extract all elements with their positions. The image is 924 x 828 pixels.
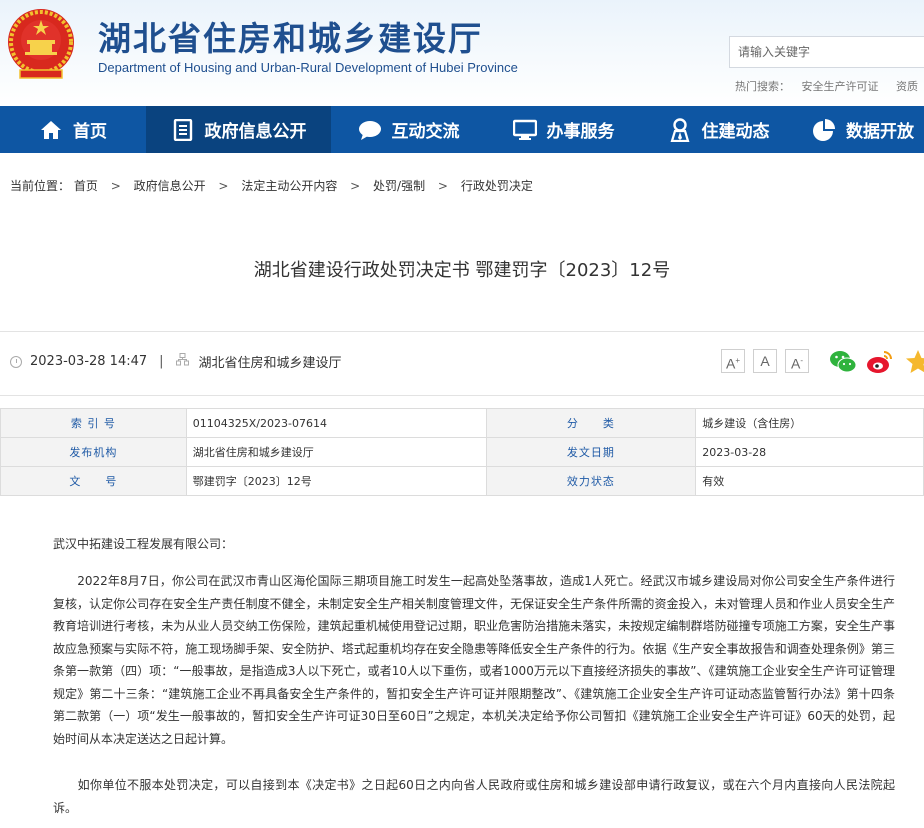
breadcrumb-item[interactable]: 行政处罚决定 <box>461 179 533 193</box>
table-value: 鄂建罚字〔2023〕12号 <box>185 466 487 496</box>
hot-search-label: 热门搜索： <box>735 80 790 93</box>
breadcrumb-separator: > <box>218 179 229 193</box>
person-icon <box>668 117 692 142</box>
nav-label: 政府信息公开 <box>204 122 307 142</box>
nav-label: 首页 <box>73 122 107 142</box>
breadcrumb-item[interactable]: 处罚/强制 <box>373 179 425 193</box>
clock-icon <box>10 355 22 368</box>
nav-label: 办事服务 <box>546 122 615 142</box>
hot-search-item[interactable]: 资质 <box>896 80 918 93</box>
table-row: 文 号 鄂建罚字〔2023〕12号 效力状态 有效 <box>0 466 924 496</box>
nav-item-open-data[interactable]: 数据开放 <box>796 106 924 153</box>
body-paragraph: 2022年8月7日，你公司在武汉市青山区海伦国际三期项目施工时发生一起高处坠落事… <box>53 574 895 746</box>
table-label: 分 类 <box>485 408 697 438</box>
breadcrumb-separator: > <box>110 179 121 193</box>
wechat-icon[interactable] <box>829 349 857 375</box>
organization-icon <box>175 353 189 370</box>
info-table: 索 引 号 01104325X/2023-07614 分 类 城乡建设（含住房）… <box>0 408 924 496</box>
breadcrumb-separator: > <box>437 179 448 193</box>
table-value: 城乡建设（含住房） <box>695 408 924 438</box>
nav-item-services[interactable]: 办事服务 <box>486 106 641 153</box>
nav-item-gov-info[interactable]: 政府信息公开 <box>146 106 331 153</box>
hot-search-item[interactable]: 安全生产许可证 <box>802 80 879 93</box>
font-increase-button[interactable]: A+ <box>721 349 745 373</box>
table-label: 发文日期 <box>485 437 697 467</box>
table-value: 01104325X/2023-07614 <box>185 408 487 438</box>
main-nav: 首页 政府信息公开 互动交流 办事服务 住建动态 数据开放 <box>0 106 924 153</box>
article-body: 2022年8月7日，你公司在武汉市青山区海伦国际三期项目施工时发生一起高处坠落事… <box>53 570 895 750</box>
breadcrumb: 当前位置： 首页 > 政府信息公开 > 法定主动公开内容 > 处罚/强制 > 行… <box>10 177 533 194</box>
table-row: 发布机构 湖北省住房和城乡建设厅 发文日期 2023-03-28 <box>0 437 924 467</box>
breadcrumb-item[interactable]: 首页 <box>74 179 98 193</box>
national-emblem-icon <box>8 9 74 79</box>
breadcrumb-item[interactable]: 政府信息公开 <box>134 179 206 193</box>
star-icon[interactable] <box>904 349 924 375</box>
table-value: 有效 <box>695 466 924 496</box>
nav-item-home[interactable]: 首页 <box>0 106 146 153</box>
body-paragraph: 如你单位不服本处罚决定，可以自接到本《决定书》之日起60日之内向省人民政府或住房… <box>53 778 895 815</box>
breadcrumb-label: 当前位置： <box>10 179 71 193</box>
chat-bubble-icon <box>358 118 382 142</box>
home-icon <box>39 118 63 142</box>
site-header: 湖北省住房和城乡建设厅 Department of Housing and Ur… <box>0 0 924 106</box>
meta-separator: | <box>159 354 164 369</box>
font-decrease-button[interactable]: A- <box>785 349 809 373</box>
table-label: 发布机构 <box>0 437 187 467</box>
article-body: 如你单位不服本处罚决定，可以自接到本《决定书》之日起60日之内向省人民政府或住房… <box>53 774 895 819</box>
pie-chart-icon <box>812 118 836 142</box>
table-label: 索 引 号 <box>0 408 187 438</box>
table-value: 2023-03-28 <box>695 437 924 467</box>
nav-label: 数据开放 <box>846 122 914 142</box>
nav-label: 互动交流 <box>391 122 460 142</box>
hot-search: 热门搜索： 安全生产许可证 资质 <box>735 78 924 94</box>
weibo-icon[interactable] <box>866 349 894 375</box>
document-list-icon <box>171 118 195 142</box>
divider <box>0 395 924 396</box>
article-meta: 2023-03-28 14:47 | 湖北省住房和城乡建设厅 <box>10 352 342 371</box>
nav-item-news[interactable]: 住建动态 <box>641 106 796 153</box>
nav-item-interaction[interactable]: 互动交流 <box>331 106 486 153</box>
article-body: 武汉中拓建设工程发展有限公司： <box>53 533 895 556</box>
page-title: 湖北省建设行政处罚决定书 鄂建罚字〔2023〕12号 <box>253 260 671 281</box>
monitor-icon <box>512 118 537 142</box>
site-title: 湖北省住房和城乡建设厅 <box>98 19 483 58</box>
site-subtitle: Department of Housing and Urban-Rural De… <box>98 60 518 75</box>
recipient-line: 武汉中拓建设工程发展有限公司： <box>53 537 234 551</box>
table-label: 文 号 <box>0 466 187 496</box>
table-value: 湖北省住房和城乡建设厅 <box>185 437 487 467</box>
breadcrumb-separator: > <box>350 179 361 193</box>
search-input[interactable] <box>729 36 924 68</box>
nav-label: 住建动态 <box>701 122 770 142</box>
table-row: 索 引 号 01104325X/2023-07614 分 类 城乡建设（含住房） <box>0 408 924 438</box>
publish-source: 湖北省住房和城乡建设厅 <box>198 356 342 371</box>
breadcrumb-item[interactable]: 法定主动公开内容 <box>241 179 337 193</box>
divider <box>0 331 924 332</box>
font-default-button[interactable]: A <box>753 349 777 373</box>
publish-datetime: 2023-03-28 14:47 <box>30 354 148 369</box>
table-label: 效力状态 <box>485 466 697 496</box>
